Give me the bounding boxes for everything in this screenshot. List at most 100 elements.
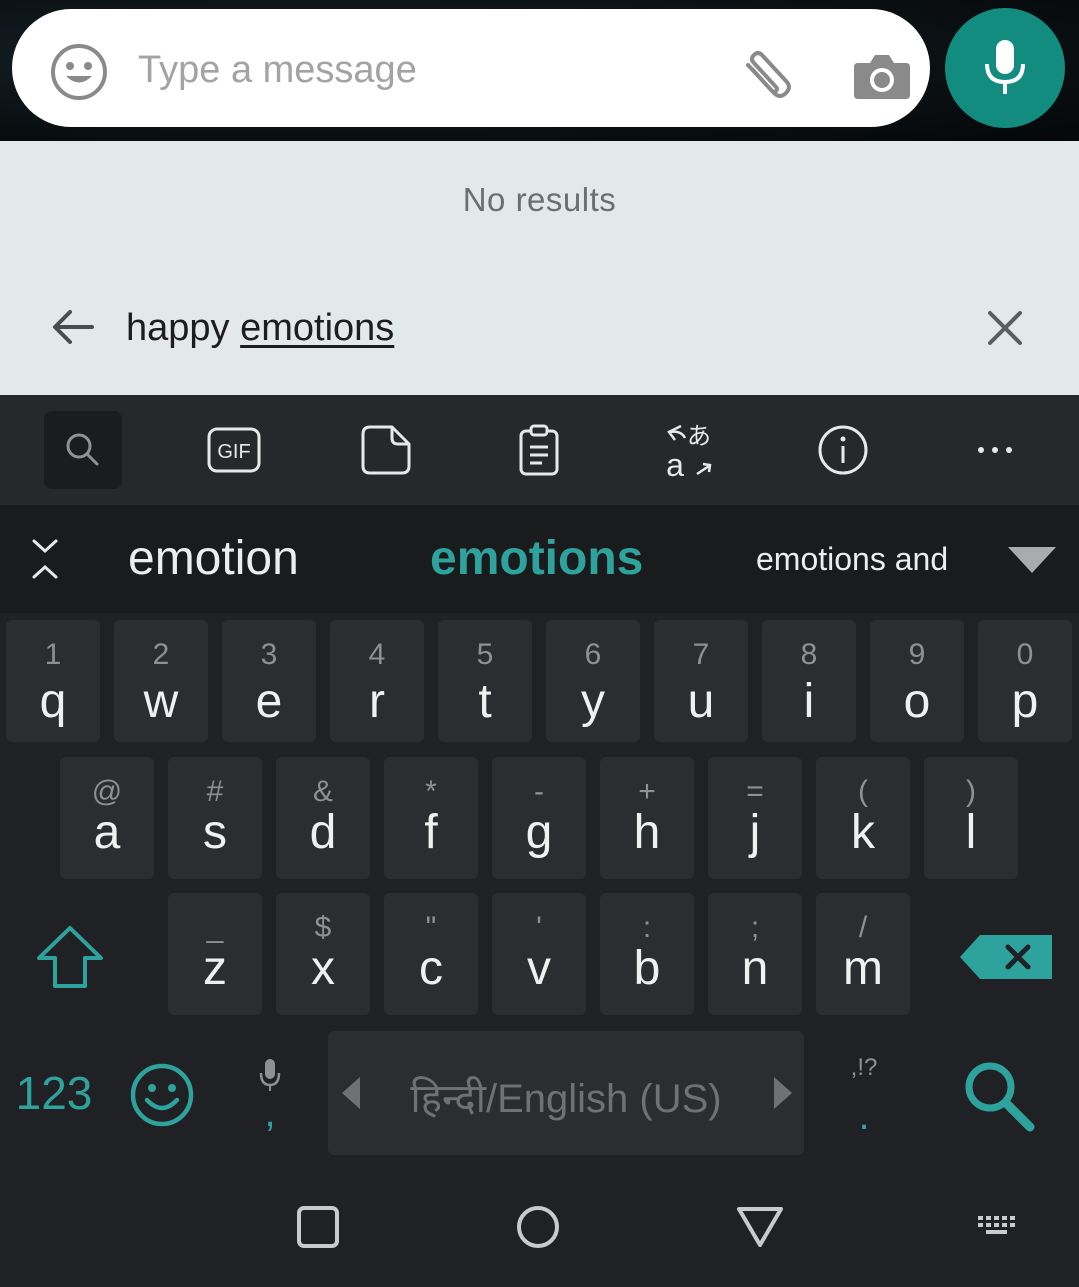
key-hint: 1 [44, 638, 62, 671]
key-l[interactable]: ) l [924, 757, 1018, 879]
key-hint: # [206, 775, 224, 808]
keyboard-toolbar: GIF あ a [0, 395, 1079, 505]
key-f[interactable]: * f [384, 757, 478, 879]
key-w[interactable]: 2w [114, 620, 208, 742]
query-text: happy [126, 307, 241, 349]
svg-text:a: a [666, 447, 684, 480]
keyboard-switch-icon[interactable] [968, 1197, 1028, 1257]
key-label: d [309, 806, 337, 859]
no-results-text: No results [462, 181, 617, 218]
message-input[interactable] [138, 45, 698, 95]
expand-suggestions-icon[interactable] [1006, 545, 1058, 577]
key-hint: - [534, 775, 544, 808]
chat-compose-bar [0, 0, 1079, 141]
paperclip-icon[interactable] [734, 49, 798, 105]
key-hint: 7 [692, 638, 710, 671]
key-t[interactable]: 5t [438, 620, 532, 742]
key-b[interactable]: :b [600, 893, 694, 1015]
key-hint: 0 [1016, 638, 1034, 671]
suggestion-strip: emotion emotions emotions and [0, 505, 1079, 613]
key-d[interactable]: & d [276, 757, 370, 879]
key-s[interactable]: # s [168, 757, 262, 879]
gif-icon[interactable]: GIF [195, 411, 273, 489]
key-x[interactable]: $ x [276, 893, 370, 1015]
key-y[interactable]: 6y [546, 620, 640, 742]
voice-input-icon [259, 1059, 281, 1091]
key-hint: 5 [476, 638, 494, 671]
comma-label: , [264, 1091, 276, 1135]
backspace-key[interactable] [950, 895, 1062, 1019]
key-hint: & [312, 775, 333, 808]
key-hint: ) [966, 775, 976, 808]
key-hint: = [746, 775, 764, 808]
comma-key[interactable]: , [240, 1033, 300, 1157]
back-icon[interactable] [730, 1197, 790, 1257]
key-label: t [478, 675, 492, 728]
key-label: j [749, 806, 761, 859]
key-label: s [203, 806, 227, 859]
key-label: c [419, 942, 443, 995]
key-z[interactable]: _ z [168, 893, 262, 1015]
keyboard-keys: 1q 2w 3e 4r 5t 6y 7u 8i 9o 0p @ a # s & d *… [0, 613, 1079, 1167]
back-arrow-icon[interactable] [50, 304, 96, 350]
translate-icon[interactable]: あ a [652, 411, 730, 489]
key-p[interactable]: 0p [978, 620, 1072, 742]
info-icon[interactable] [804, 411, 882, 489]
key-label: f [424, 806, 438, 859]
symbols-key[interactable]: 123 [6, 1033, 102, 1153]
key-g[interactable]: -g [492, 757, 586, 879]
suggestion-3[interactable]: emotions and [756, 505, 948, 613]
search-icon[interactable] [44, 411, 122, 489]
key-u[interactable]: 7u [654, 620, 748, 742]
key-hint: @ [91, 775, 123, 808]
home-icon[interactable] [508, 1197, 568, 1257]
key-label: b [633, 942, 661, 995]
key-label: x [311, 942, 335, 995]
key-o[interactable]: 9o [870, 620, 964, 742]
key-hint: " [425, 911, 437, 944]
key-i[interactable]: 8i [762, 620, 856, 742]
key-v[interactable]: ' v [492, 893, 586, 1015]
key-r[interactable]: 4r [330, 620, 424, 742]
language-next-icon [774, 1077, 792, 1109]
key-label: u [687, 675, 715, 728]
key-label: n [741, 942, 769, 995]
key-label: a [93, 806, 121, 859]
sticker-icon[interactable] [347, 411, 425, 489]
gif-label: GIF [217, 441, 250, 463]
key-a[interactable]: @ a [60, 757, 154, 879]
backspace-icon [960, 935, 1052, 979]
period-key[interactable]: ,!? . [832, 1033, 896, 1157]
emoji-icon [130, 1063, 194, 1127]
suggestion-2[interactable]: emotions [430, 505, 643, 613]
key-n[interactable]: ; n [708, 893, 802, 1015]
key-hint: ; [750, 911, 760, 944]
shift-key[interactable] [20, 895, 120, 1019]
key-k[interactable]: (k [816, 757, 910, 879]
emoji-search-panel: No results happy emotions [0, 141, 1079, 395]
key-q[interactable]: 1q [6, 620, 100, 742]
key-e[interactable]: 3e [222, 620, 316, 742]
close-icon[interactable] [984, 307, 1026, 349]
key-j[interactable]: = j [708, 757, 802, 879]
suggestion-1[interactable]: emotion [128, 505, 299, 613]
search-query-field[interactable]: happy emotions [126, 307, 394, 350]
recents-icon[interactable] [288, 1197, 348, 1257]
collapse-toolbar-icon[interactable] [24, 537, 66, 581]
key-hint: / [858, 911, 868, 944]
key-h[interactable]: + h [600, 757, 694, 879]
message-box [12, 9, 930, 127]
key-c[interactable]: " c [384, 893, 478, 1015]
search-action-key[interactable] [950, 1033, 1046, 1157]
space-key[interactable]: हिन्दी/English (US) [328, 1031, 804, 1155]
key-hint: 9 [908, 638, 926, 671]
voice-record-button[interactable] [945, 8, 1065, 128]
emoji-icon[interactable] [48, 41, 110, 103]
clipboard-icon[interactable] [500, 411, 578, 489]
key-label: z [203, 942, 227, 995]
emoji-key[interactable] [124, 1033, 200, 1157]
key-m[interactable]: / m [816, 893, 910, 1015]
more-icon[interactable] [956, 411, 1034, 489]
key-hint: 4 [368, 638, 386, 671]
camera-icon[interactable] [850, 49, 914, 105]
